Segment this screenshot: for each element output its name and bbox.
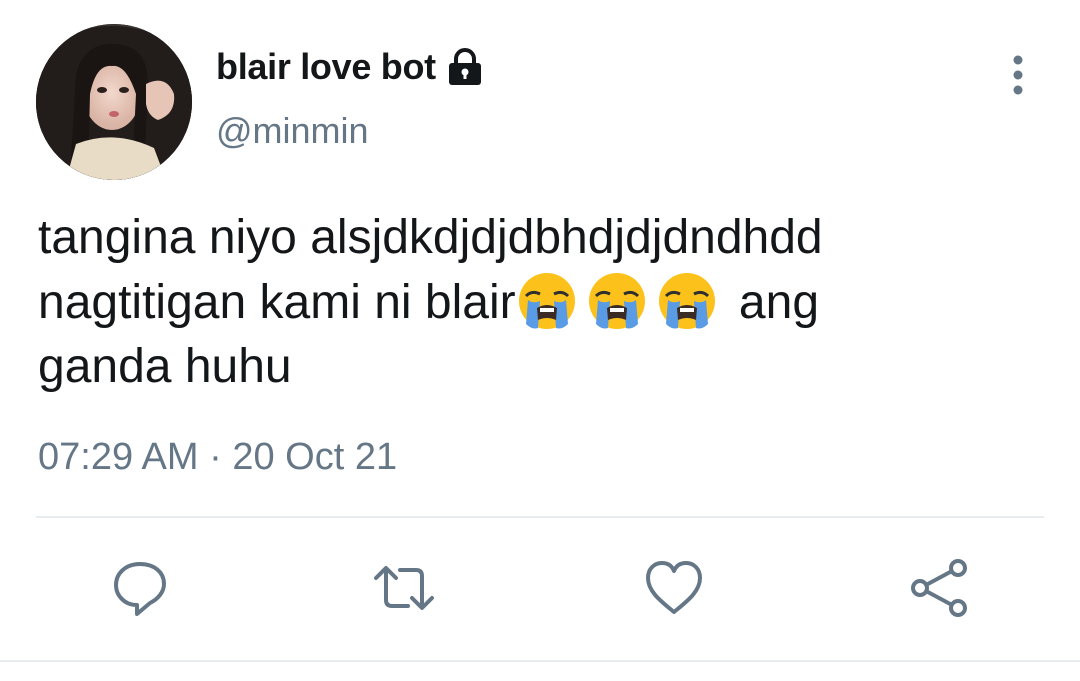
- like-button[interactable]: [642, 556, 706, 620]
- tweet-text-fragment: nagtitigan kami ni blair: [38, 276, 516, 329]
- tweet-line: nagtitigan kami ni blair ang: [38, 270, 1048, 335]
- display-name[interactable]: blair love bot: [216, 46, 436, 88]
- avatar[interactable]: [36, 24, 192, 180]
- tweet-text: tangina niyo alsjdkdjdjdbhdjdjdndhdd nag…: [38, 206, 1048, 399]
- retweet-icon: [374, 566, 434, 610]
- reply-icon: [114, 562, 166, 616]
- bottom-divider: [0, 660, 1080, 662]
- loudly-crying-face-icon: [656, 270, 718, 332]
- retweet-button[interactable]: [372, 556, 436, 620]
- tweet-line: tangina niyo alsjdkdjdjdbhdjdjdndhdd: [38, 211, 823, 264]
- tweet-line: ganda huhu: [38, 340, 292, 393]
- tweet-timestamp[interactable]: 07:29 AM · 20 Oct 21: [38, 436, 397, 479]
- like-icon: [646, 561, 702, 614]
- author-name-row: blair love bot: [216, 42, 486, 92]
- loudly-crying-face-icon: [586, 270, 648, 332]
- lock-icon: [444, 46, 486, 88]
- share-button[interactable]: [908, 556, 972, 620]
- divider: [36, 516, 1044, 518]
- emoji-group: [516, 273, 726, 329]
- loudly-crying-face-icon: [516, 270, 578, 332]
- author-handle[interactable]: @minmin: [216, 110, 369, 152]
- tweet-text-fragment: ang: [725, 276, 820, 329]
- share-icon: [911, 559, 967, 617]
- more-options-icon[interactable]: [1000, 52, 1036, 100]
- reply-button[interactable]: [108, 556, 172, 620]
- tweet-card: blair love bot @minmin tangina niyo alsj…: [0, 0, 1080, 681]
